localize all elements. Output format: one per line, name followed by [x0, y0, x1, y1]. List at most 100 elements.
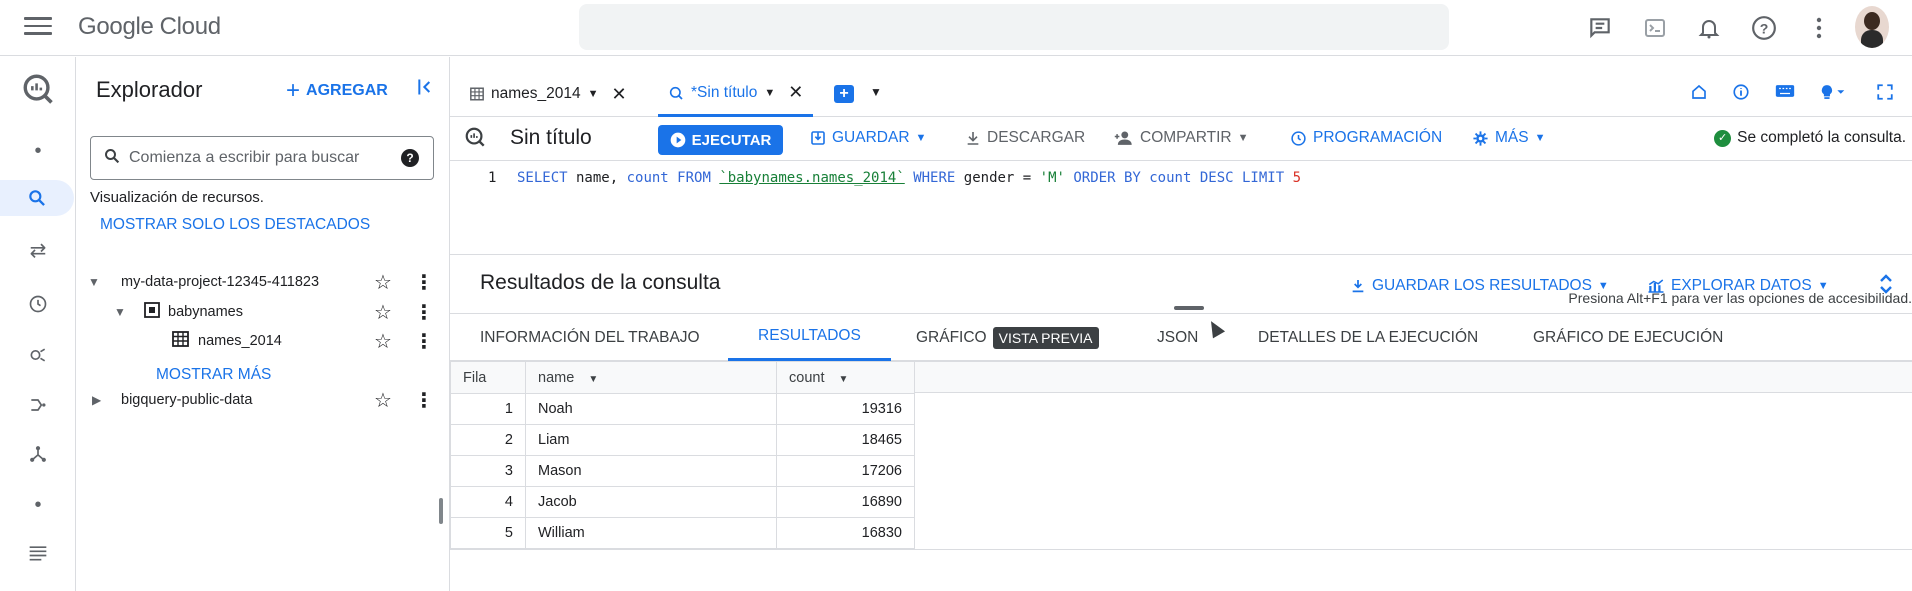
- cell-name[interactable]: Liam: [525, 424, 777, 456]
- cell-count[interactable]: 16830: [776, 517, 915, 549]
- tab-overflow-icon[interactable]: ▼: [870, 85, 882, 99]
- show-more-link[interactable]: MOSTRAR MÁS: [156, 366, 271, 384]
- save-results-label: GUARDAR LOS RESULTADOS: [1372, 277, 1592, 294]
- table-row[interactable]: 1 Noah 19316: [450, 393, 915, 425]
- tab-execution-graph[interactable]: GRÁFICO DE EJECUCIÓN: [1533, 314, 1723, 361]
- tree-item-project[interactable]: ▼ my-data-project-12345-411823 ☆ ⋮: [76, 267, 450, 297]
- download-button-label: DESCARGAR: [987, 129, 1086, 146]
- line-number: 1: [488, 170, 497, 186]
- fullscreen-icon[interactable]: [1876, 83, 1894, 106]
- history-icon[interactable]: [0, 286, 76, 322]
- cloud-shell-icon[interactable]: [1641, 14, 1669, 42]
- star-icon[interactable]: ☆: [374, 388, 392, 413]
- cell-count[interactable]: 16890: [776, 486, 915, 518]
- transfer-icon[interactable]: ⇄: [0, 232, 76, 268]
- dropdown-icon[interactable]: ▼: [764, 87, 775, 99]
- tab-json[interactable]: JSON: [1157, 314, 1198, 361]
- save-results-button[interactable]: GUARDAR LOS RESULTADOS ▼: [1350, 277, 1609, 295]
- avatar[interactable]: [1855, 6, 1889, 48]
- dataflow-icon[interactable]: [0, 387, 76, 423]
- search-icon[interactable]: [0, 180, 74, 216]
- help-icon[interactable]: ?: [1750, 14, 1778, 42]
- dropdown-icon: ▼: [1534, 132, 1546, 144]
- tab-job-info[interactable]: INFORMACIÓN DEL TRABAJO: [480, 314, 700, 361]
- table-row[interactable]: 2 Liam 18465: [450, 424, 915, 456]
- lightbulb-icon[interactable]: [1820, 83, 1846, 106]
- analytics-hub-icon[interactable]: [0, 337, 76, 373]
- keyboard-icon[interactable]: [1775, 83, 1795, 104]
- table-row[interactable]: 5 William 16830: [450, 517, 915, 549]
- new-tab-icon[interactable]: +: [834, 85, 854, 103]
- tab-untitled[interactable]: *Sin título ▼ ✕: [658, 71, 814, 117]
- add-button[interactable]: + AGREGAR: [286, 77, 388, 105]
- star-icon[interactable]: ☆: [374, 270, 392, 295]
- list-icon[interactable]: [0, 535, 76, 571]
- home-icon[interactable]: [1690, 83, 1708, 106]
- close-icon[interactable]: ✕: [788, 82, 803, 103]
- caret-down-icon[interactable]: ▼: [114, 305, 126, 319]
- tab-chart[interactable]: GRÁFICO VISTA PREVIA: [916, 314, 1099, 361]
- bigquery-logo-icon[interactable]: [0, 71, 76, 107]
- panel-resize-handle[interactable]: [439, 498, 443, 524]
- star-icon[interactable]: ☆: [374, 329, 392, 354]
- sort-icon[interactable]: ▼: [588, 374, 598, 385]
- download-button[interactable]: DESCARGAR: [965, 129, 1085, 147]
- hamburger-icon[interactable]: [24, 17, 52, 39]
- run-button-label: EJECUTAR: [691, 131, 772, 149]
- explorer-search-input[interactable]: [129, 149, 389, 167]
- dropdown-icon[interactable]: ▼: [588, 88, 599, 100]
- cell-count[interactable]: 19316: [776, 393, 915, 425]
- tab-names-2014[interactable]: names_2014 ▼ ✕: [470, 71, 627, 117]
- search-help-icon[interactable]: ?: [401, 149, 419, 167]
- more-vert-icon[interactable]: ⋮: [414, 329, 434, 354]
- sql-keyword: count: [626, 170, 669, 186]
- star-icon[interactable]: ☆: [374, 300, 392, 325]
- notifications-icon[interactable]: [1695, 14, 1723, 42]
- save-button[interactable]: GUARDAR ▼: [810, 129, 926, 147]
- sql-token: gender: [963, 170, 1015, 186]
- collapse-panel-icon[interactable]: [416, 77, 436, 103]
- sort-icon[interactable]: ▼: [839, 374, 849, 385]
- cell-name[interactable]: Mason: [525, 455, 777, 487]
- more-button[interactable]: MÁS ▼: [1472, 129, 1545, 147]
- caret-right-icon[interactable]: ▶: [92, 393, 101, 407]
- dot-icon: •: [34, 139, 42, 162]
- table-row[interactable]: 3 Mason 17206: [450, 455, 915, 487]
- table-row[interactable]: 4 Jacob 16890: [450, 486, 915, 518]
- close-icon[interactable]: ✕: [612, 84, 627, 105]
- share-button[interactable]: COMPARTIR ▼: [1114, 129, 1248, 147]
- sql-editor[interactable]: 1 SELECT name, count FROM `babynames.nam…: [450, 162, 1912, 339]
- sql-code-line[interactable]: SELECT name, count FROM `babynames.names…: [517, 170, 1301, 186]
- sql-table-ref[interactable]: `babynames.names_2014`: [719, 170, 904, 186]
- clock-icon: [1291, 130, 1306, 146]
- info-icon[interactable]: [1732, 83, 1750, 106]
- column-header-name[interactable]: name ▼: [525, 361, 777, 394]
- cell-name[interactable]: Noah: [525, 393, 777, 425]
- tree-item-public-data[interactable]: ▶ bigquery-public-data ☆ ⋮: [76, 385, 450, 415]
- expand-results-icon[interactable]: [1878, 273, 1894, 295]
- query-title[interactable]: Sin título: [510, 126, 592, 150]
- more-vert-icon[interactable]: ⋮: [414, 388, 434, 413]
- column-header-count[interactable]: count ▼: [776, 361, 915, 394]
- cell-count[interactable]: 17206: [776, 455, 915, 487]
- cell-count[interactable]: 18465: [776, 424, 915, 456]
- google-cloud-logo[interactable]: Google Cloud: [78, 13, 221, 41]
- more-vert-icon[interactable]: ⋮: [414, 270, 434, 295]
- tab-execution-details[interactable]: DETALLES DE LA EJECUCIÓN: [1258, 314, 1478, 361]
- cell-name[interactable]: Jacob: [525, 486, 777, 518]
- tree-item-table[interactable]: names_2014 ☆ ⋮: [76, 326, 450, 356]
- tree-item-dataset[interactable]: ▼ babynames ☆ ⋮: [76, 297, 450, 327]
- show-starred-link[interactable]: MOSTRAR SOLO LOS DESTACADOS: [100, 216, 370, 234]
- run-button[interactable]: EJECUTAR: [658, 125, 783, 155]
- explorer-search[interactable]: ?: [90, 136, 434, 180]
- tab-results[interactable]: RESULTADOS: [728, 314, 891, 361]
- global-search-bar[interactable]: [579, 4, 1449, 50]
- more-vert-icon[interactable]: ⋮: [414, 300, 434, 325]
- explore-data-button[interactable]: EXPLORAR DATOS ▼: [1647, 277, 1829, 295]
- cell-name[interactable]: William: [525, 517, 777, 549]
- announcement-icon[interactable]: [1586, 14, 1614, 42]
- schedule-button[interactable]: PROGRAMACIÓN: [1290, 129, 1442, 147]
- hierarchy-icon[interactable]: [0, 436, 76, 472]
- caret-down-icon[interactable]: ▼: [88, 275, 100, 289]
- more-vert-icon[interactable]: [1805, 14, 1833, 42]
